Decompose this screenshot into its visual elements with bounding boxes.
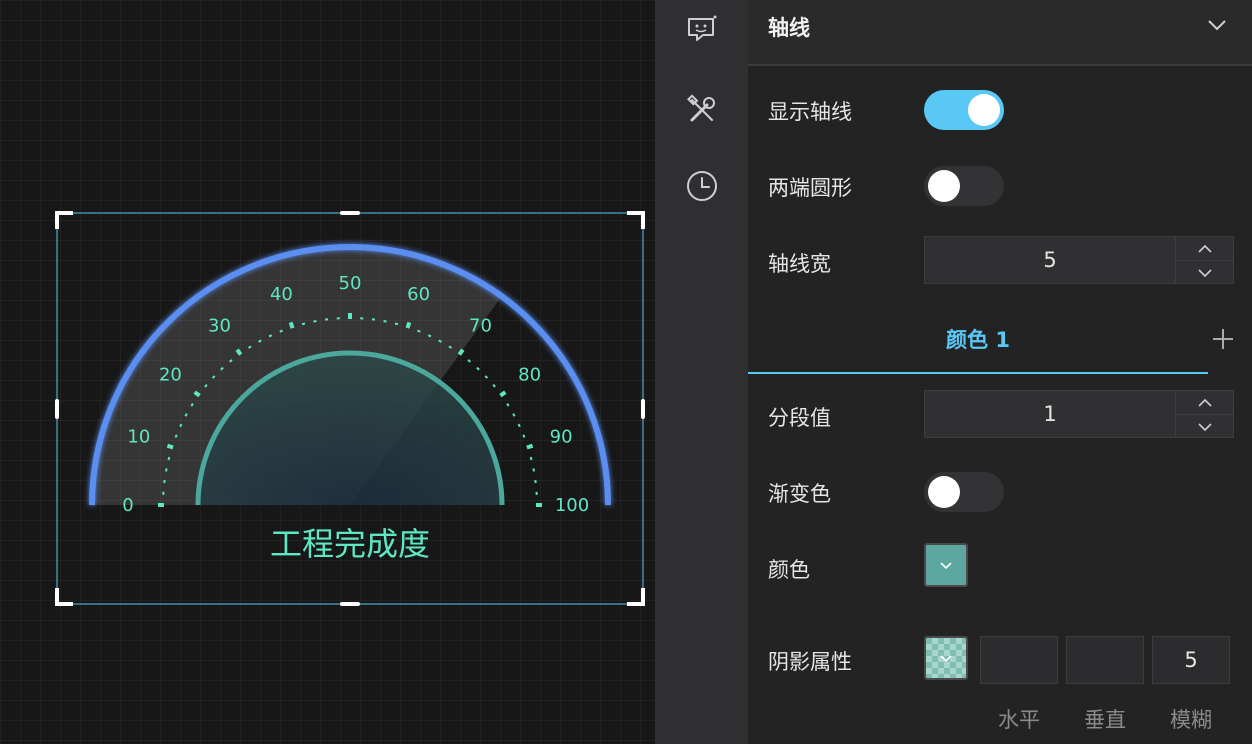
gauge-minor-tick bbox=[492, 384, 496, 388]
clock-icon[interactable] bbox=[684, 168, 720, 204]
chevron-down-icon[interactable] bbox=[1206, 14, 1228, 40]
gauge-minor-tick bbox=[229, 359, 233, 363]
edge-handle-right[interactable] bbox=[641, 399, 645, 419]
shadow-horizontal-label: 水平 bbox=[998, 708, 1040, 732]
axis-width-value[interactable]: 5 bbox=[925, 237, 1175, 283]
design-canvas[interactable]: 0 10 20 30 40 50 60 70 80 90 100 工程完成度 bbox=[0, 0, 655, 744]
shadow-blur-label: 模糊 bbox=[1170, 708, 1212, 732]
gauge-widget[interactable]: 0 10 20 30 40 50 60 70 80 90 100 工程完成度 bbox=[0, 0, 655, 744]
gauge-tick-label: 80 bbox=[518, 365, 541, 386]
show-axis-toggle[interactable] bbox=[924, 90, 1004, 130]
gauge-minor-tick bbox=[512, 413, 516, 417]
corner-handle-top-left[interactable] bbox=[55, 211, 73, 229]
gauge-tick-label: 20 bbox=[159, 365, 182, 386]
decrement-button[interactable] bbox=[1176, 260, 1234, 284]
gradient-label: 渐变色 bbox=[768, 482, 831, 506]
segment-stepper[interactable]: 1 bbox=[924, 390, 1234, 438]
segment-value[interactable]: 1 bbox=[925, 391, 1175, 437]
tab-color-1-label: 颜色 1 bbox=[946, 328, 1010, 352]
axis-width-label: 轴线宽 bbox=[768, 252, 831, 276]
gauge-minor-tick bbox=[220, 366, 224, 371]
chat-icon[interactable] bbox=[684, 12, 720, 48]
gauge-minor-tick bbox=[204, 384, 208, 388]
color-swatch[interactable] bbox=[924, 543, 968, 587]
gauge-minor-tick bbox=[179, 423, 183, 428]
round-ends-toggle[interactable] bbox=[924, 166, 1004, 206]
gauge-minor-tick bbox=[448, 345, 453, 349]
edge-handle-left[interactable] bbox=[55, 399, 59, 419]
gauge-tick-label: 50 bbox=[339, 273, 362, 294]
gauge-minor-tick bbox=[484, 375, 489, 379]
increment-button[interactable] bbox=[1176, 237, 1234, 260]
gauge-minor-tick bbox=[427, 334, 432, 338]
gauge-minor-tick bbox=[467, 359, 471, 363]
edge-handle-top[interactable] bbox=[340, 211, 360, 215]
section-title: 轴线 bbox=[768, 16, 810, 40]
gauge-tick-label: 10 bbox=[127, 426, 150, 447]
gauge-tick-label: 30 bbox=[208, 315, 231, 336]
toggle-knob bbox=[928, 170, 960, 202]
gauge-tick-label: 60 bbox=[407, 284, 430, 305]
gauge-major-tick bbox=[288, 321, 295, 329]
gauge-major-tick bbox=[235, 348, 243, 356]
gauge-major-tick bbox=[526, 443, 534, 450]
gradient-toggle[interactable] bbox=[924, 472, 1004, 512]
show-axis-label: 显示轴线 bbox=[768, 100, 852, 124]
add-color-icon[interactable] bbox=[1210, 326, 1236, 356]
gauge-tick-label: 70 bbox=[469, 315, 492, 336]
axis-width-stepper[interactable]: 5 bbox=[924, 236, 1234, 284]
gauge-major-tick bbox=[499, 390, 507, 398]
color-label: 颜色 bbox=[768, 558, 810, 582]
corner-handle-bottom-right[interactable] bbox=[627, 588, 645, 606]
corner-handle-top-right[interactable] bbox=[627, 211, 645, 229]
gauge-minor-tick bbox=[258, 339, 262, 343]
gauge-tick-label: 90 bbox=[550, 426, 573, 447]
gauge-minor-tick bbox=[517, 423, 521, 428]
gauge-major-tick bbox=[405, 321, 412, 329]
gauge-major-tick bbox=[457, 348, 465, 356]
toggle-knob bbox=[928, 476, 960, 508]
gauge-major-tick bbox=[193, 390, 201, 398]
chevron-down-icon bbox=[940, 655, 952, 663]
shadow-horizontal-input[interactable] bbox=[980, 636, 1058, 684]
increment-button[interactable] bbox=[1176, 391, 1234, 414]
section-header-axis[interactable]: 轴线 bbox=[748, 0, 1252, 66]
gauge-minor-tick bbox=[522, 434, 526, 438]
shadow-label: 阴影属性 bbox=[768, 650, 852, 674]
shadow-vertical-label: 垂直 bbox=[1084, 708, 1126, 732]
round-ends-label: 两端圆形 bbox=[768, 176, 852, 200]
properties-panel: 轴线 显示轴线 两端圆形 轴线宽 5 颜色 1 分段值 1 渐变色 颜色 阴影属… bbox=[748, 0, 1252, 744]
gauge-tick-label: 100 bbox=[555, 495, 589, 516]
gauge-minor-tick bbox=[184, 413, 188, 417]
shadow-color-swatch[interactable] bbox=[924, 636, 968, 680]
gauge-minor-tick bbox=[279, 329, 283, 333]
gauge-minor-tick bbox=[417, 329, 421, 333]
gauge-tick-label: 40 bbox=[270, 284, 293, 305]
gauge-minor-tick bbox=[190, 402, 194, 407]
gauge-minor-tick bbox=[476, 366, 480, 371]
side-icon-bar bbox=[655, 0, 748, 744]
gauge-minor-tick bbox=[438, 339, 442, 343]
shadow-vertical-input[interactable] bbox=[1066, 636, 1144, 684]
shadow-blur-input[interactable]: 5 bbox=[1152, 636, 1230, 684]
gauge-minor-tick bbox=[211, 375, 216, 379]
chevron-down-icon bbox=[940, 562, 952, 570]
segment-label: 分段值 bbox=[768, 406, 831, 430]
gauge-major-tick bbox=[166, 443, 174, 450]
gauge-title: 工程完成度 bbox=[270, 525, 430, 563]
decrement-button[interactable] bbox=[1176, 414, 1234, 438]
gauge-minor-tick bbox=[174, 434, 178, 438]
corner-handle-bottom-left[interactable] bbox=[55, 588, 73, 606]
tab-color-1[interactable]: 颜色 1 bbox=[748, 304, 1208, 374]
gauge-tick-label: 0 bbox=[122, 495, 133, 516]
gauge-minor-tick bbox=[247, 345, 252, 349]
gauge-minor-tick bbox=[506, 402, 510, 407]
gauge-minor-tick bbox=[268, 334, 273, 338]
edge-handle-bottom[interactable] bbox=[340, 602, 360, 606]
toggle-knob bbox=[968, 94, 1000, 126]
tools-icon[interactable] bbox=[684, 92, 720, 128]
